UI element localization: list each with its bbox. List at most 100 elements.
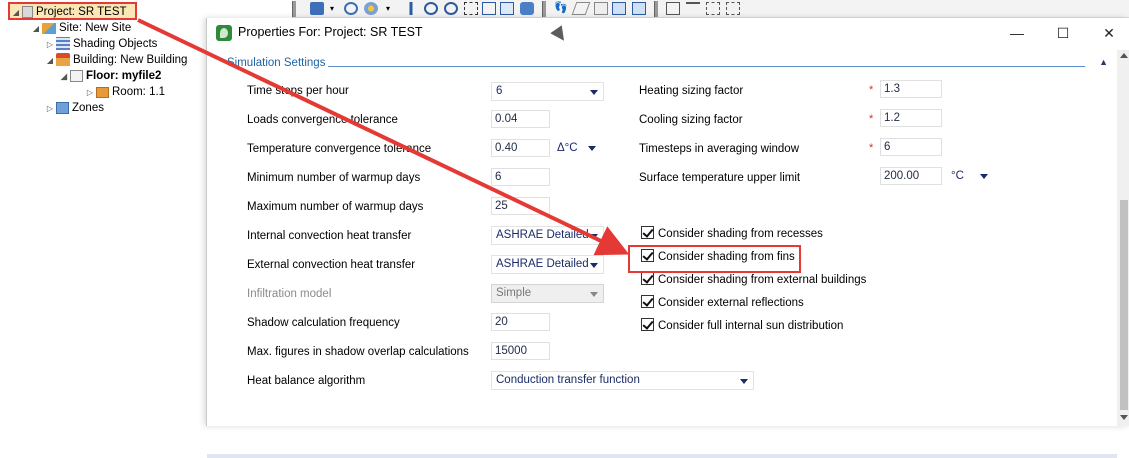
- expand-icon[interactable]: ▷: [44, 101, 56, 117]
- heat-balance-select[interactable]: Conduction transfer function: [491, 371, 754, 390]
- move-icon[interactable]: [706, 2, 720, 15]
- dialog-title: Properties For: Project: SR TEST: [238, 25, 423, 39]
- label-heating-sizing: Heating sizing factor: [639, 85, 744, 97]
- checkbox-shading-recesses[interactable]: Consider shading from recesses: [641, 226, 823, 242]
- zoom-selected-icon[interactable]: [500, 2, 514, 15]
- select-value: Conduction transfer function: [496, 374, 640, 386]
- required-marker: *: [869, 113, 874, 125]
- cooling-sizing-input[interactable]: 1.2: [880, 109, 942, 127]
- checkbox-icon[interactable]: [641, 226, 654, 239]
- select-vertex-icon[interactable]: [666, 2, 680, 15]
- external-convection-select[interactable]: ASHRAE Detailed: [491, 255, 604, 274]
- label-internal-convection: Internal convection heat transfer: [247, 230, 412, 242]
- checkbox-icon[interactable]: [641, 318, 654, 331]
- label-averaging-window: Timesteps in averaging window: [639, 143, 800, 155]
- image-icon[interactable]: [594, 2, 608, 15]
- collapse-icon[interactable]: ◢: [58, 69, 70, 85]
- scroll-down-arrow-icon[interactable]: [1120, 415, 1128, 420]
- collapse-icon[interactable]: ◢: [30, 21, 42, 37]
- label-loads-tolerance: Loads convergence tolerance: [247, 114, 398, 126]
- toolbar-separator: [654, 1, 658, 17]
- collapse-icon[interactable]: ◢: [44, 53, 56, 69]
- sun-icon[interactable]: [364, 2, 378, 15]
- hand-icon[interactable]: [520, 2, 534, 15]
- pan-icon[interactable]: [404, 2, 418, 15]
- properties-dialog: Properties For: Project: SR TEST — ☐ ✕ S…: [206, 18, 1129, 458]
- tree-item-site[interactable]: ◢ Site: New Site: [30, 20, 131, 36]
- checkbox-shading-external-buildings[interactable]: Consider shading from external buildings: [641, 272, 866, 288]
- select-value: Simple: [496, 287, 532, 299]
- scroll-thumb[interactable]: [1120, 200, 1128, 410]
- expand-icon[interactable]: ▷: [44, 37, 56, 53]
- select-box-icon[interactable]: [726, 2, 740, 15]
- max-figures-input[interactable]: 15000: [491, 342, 550, 360]
- internal-convection-select[interactable]: ASHRAE Detailed: [491, 226, 604, 245]
- chevron-down-icon: [590, 90, 598, 95]
- chevron-down-icon: [588, 146, 596, 151]
- temperature-tolerance-input[interactable]: 0.40: [491, 139, 550, 157]
- label-heat-balance: Heat balance algorithm: [247, 375, 366, 387]
- tree-item-label: Room: 1.1: [112, 86, 166, 98]
- checkbox-external-reflections[interactable]: Consider external reflections: [641, 295, 804, 311]
- tree-item-label: Floor: myfile2: [86, 70, 162, 82]
- tree-item-floor[interactable]: ◢ Floor: myfile2: [58, 68, 161, 84]
- temperature-unit-select[interactable]: Δ°C: [553, 139, 601, 157]
- checkbox-internal-sun-distribution[interactable]: Consider full internal sun distribution: [641, 318, 843, 334]
- chevron-down-icon[interactable]: ▾: [330, 2, 338, 15]
- max-warmup-input[interactable]: 25: [491, 197, 550, 215]
- checkbox-icon[interactable]: [641, 295, 654, 308]
- shadow-frequency-input[interactable]: 20: [491, 313, 550, 331]
- min-warmup-input[interactable]: 6: [491, 168, 550, 186]
- zoom-in-icon[interactable]: [424, 2, 438, 15]
- room-icon: [96, 87, 109, 98]
- section-header[interactable]: Simulation Settings ▲: [207, 54, 1115, 72]
- tree-item-project[interactable]: ◢ Project: SR TEST: [8, 2, 137, 20]
- rotate-icon[interactable]: [344, 2, 358, 15]
- maximize-button[interactable]: ☐: [1043, 22, 1083, 44]
- surface-temp-unit-select[interactable]: °C: [947, 167, 993, 185]
- collapse-icon[interactable]: ◢: [10, 5, 22, 21]
- arrow-left-box-icon[interactable]: [612, 2, 626, 15]
- close-button[interactable]: ✕: [1089, 22, 1129, 44]
- floor-icon: [70, 70, 83, 82]
- tree-item-building[interactable]: ◢ Building: New Building: [44, 52, 187, 68]
- vertical-scrollbar[interactable]: [1117, 50, 1129, 426]
- minimize-button[interactable]: —: [997, 22, 1037, 44]
- loads-tolerance-input[interactable]: 0.04: [491, 110, 550, 128]
- dialog-footer-strip: [207, 454, 1117, 458]
- time-steps-select[interactable]: 6: [491, 82, 604, 101]
- surface-temp-limit-input[interactable]: 200.00: [880, 167, 942, 185]
- checkbox-icon[interactable]: [641, 272, 654, 285]
- heating-sizing-input[interactable]: 1.3: [880, 80, 942, 98]
- chevron-down-icon: [590, 263, 598, 268]
- footprints-icon[interactable]: 👣: [554, 2, 568, 15]
- checkbox-label: Consider full internal sun distribution: [658, 320, 844, 332]
- select-value: 6: [496, 85, 503, 97]
- funnel-icon[interactable]: [686, 2, 700, 15]
- label-cooling-sizing: Cooling sizing factor: [639, 114, 743, 126]
- dialog-titlebar[interactable]: Properties For: Project: SR TEST — ☐ ✕: [207, 18, 1129, 48]
- zoom-window-icon[interactable]: [464, 2, 478, 15]
- arrow-right-box-icon[interactable]: [632, 2, 646, 15]
- chevron-down-icon: [590, 292, 598, 297]
- chevron-up-icon[interactable]: ▲: [1099, 57, 1108, 67]
- mouse-cursor-icon: [550, 25, 570, 45]
- expand-icon[interactable]: ▷: [84, 85, 96, 101]
- zoom-out-icon[interactable]: [444, 2, 458, 15]
- label-max-figures: Max. figures in shadow overlap calculati…: [247, 346, 469, 358]
- tree-item-label: Site: New Site: [59, 22, 132, 34]
- tree-item-shading-objects[interactable]: ▷ Shading Objects: [44, 36, 157, 52]
- chevron-down-icon[interactable]: ▾: [386, 2, 394, 15]
- eraser-icon[interactable]: [571, 2, 591, 15]
- tree-item-room[interactable]: ▷ Room: 1.1: [84, 84, 165, 100]
- chevron-down-icon: [980, 174, 988, 179]
- tree-item-zones[interactable]: ▷ Zones: [44, 100, 104, 116]
- checkbox-label: Consider shading from recesses: [658, 228, 823, 240]
- project-icon: [22, 6, 33, 18]
- view-icon[interactable]: [310, 2, 324, 15]
- zoom-extents-icon[interactable]: [482, 2, 496, 15]
- label-min-warmup: Minimum number of warmup days: [247, 172, 421, 184]
- scroll-up-arrow-icon[interactable]: [1120, 53, 1128, 58]
- averaging-window-input[interactable]: 6: [880, 138, 942, 156]
- app-leaf-icon: [216, 25, 232, 41]
